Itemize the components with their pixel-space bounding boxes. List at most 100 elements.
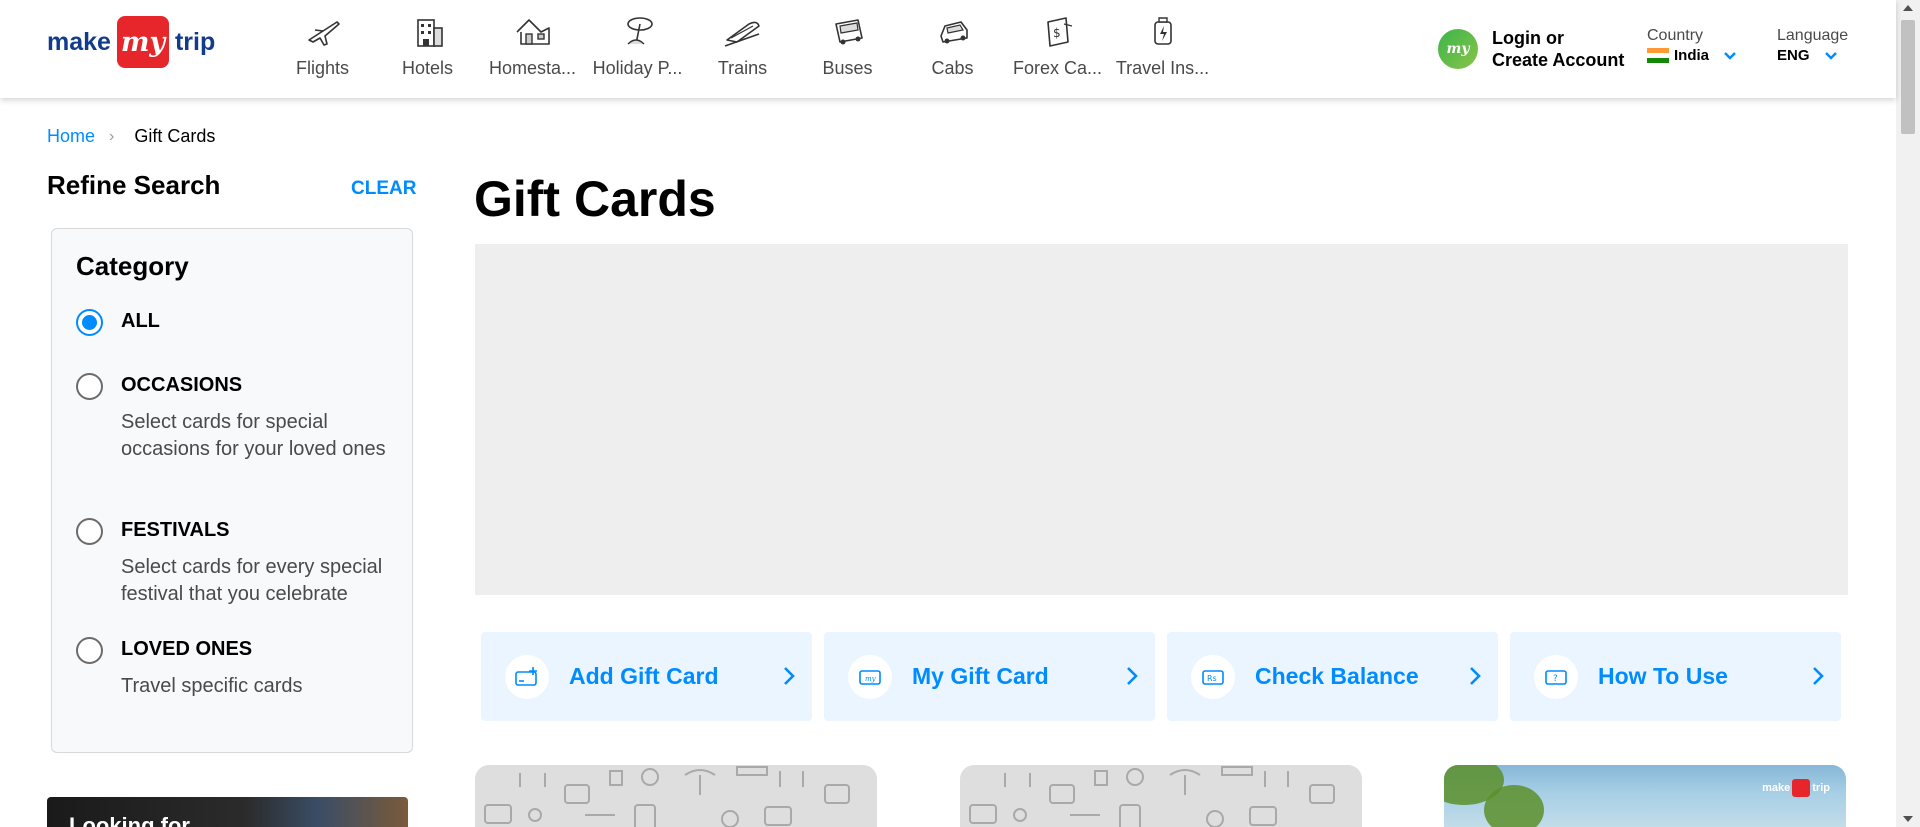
how-to-use-button[interactable]: ? How To Use [1510, 632, 1841, 721]
breadcrumb-home-link[interactable]: Home [47, 126, 95, 147]
radio-button[interactable] [76, 373, 103, 400]
forex-icon: $ [1046, 17, 1072, 47]
nav-trains[interactable]: Trains [690, 0, 795, 98]
hero-banner-placeholder [475, 244, 1848, 595]
login-text: Login or Create Account [1492, 27, 1624, 71]
holiday-icon [626, 17, 653, 45]
logo-text-trip: trip [174, 27, 216, 56]
check-balance-button[interactable]: Rs Check Balance [1167, 632, 1498, 721]
card-brand-badge [1792, 779, 1811, 797]
language-value-row: ENG [1777, 47, 1848, 64]
chevron-down-icon [1824, 51, 1837, 60]
action-label: How To Use [1598, 663, 1728, 689]
nav-homestays[interactable]: Homesta... [480, 0, 585, 98]
nav-buses[interactable]: Buses [795, 0, 900, 98]
travel-pattern-image [484, 766, 850, 827]
chevron-right-icon [1813, 667, 1824, 685]
india-flag-icon [1647, 47, 1669, 64]
bus-icon [834, 19, 863, 45]
my-gift-card-button[interactable]: my My Gift Card [824, 632, 1155, 721]
nav-forex-card[interactable]: $ Forex Ca... [1005, 0, 1110, 98]
nav-label: Travel Ins... [1115, 58, 1210, 78]
action-label: Add Gift Card [569, 663, 719, 689]
top-header: make my trip Flights Hotels Homesta... H… [0, 0, 1896, 98]
card-brand-make: make [1762, 782, 1791, 794]
breadcrumb-current: Gift Cards [134, 126, 216, 146]
nav-holiday-packages[interactable]: Holiday P... [585, 0, 690, 98]
gift-card-tile[interactable] [960, 765, 1362, 827]
svg-text:?: ? [1553, 674, 1558, 684]
makemytrip-logo[interactable]: make my trip [47, 16, 215, 68]
my-card-icon: my [848, 654, 892, 699]
country-value-row: India [1647, 47, 1737, 64]
login-line2: Create Account [1492, 50, 1625, 70]
nav-label: Hotels [401, 58, 454, 78]
nav-label: Buses [822, 58, 873, 78]
chevron-right-icon [1470, 667, 1481, 685]
country-caption: Country [1647, 27, 1704, 44]
language-selector[interactable]: Language ENG [1777, 27, 1848, 64]
foliage-shape [1484, 785, 1544, 827]
add-gift-card-button[interactable]: Add Gift Card [481, 632, 812, 721]
promo-banner[interactable]: Looking for [47, 797, 408, 827]
svg-text:$: $ [1053, 26, 1061, 40]
nav-label: Forex Ca... [1012, 58, 1103, 78]
scroll-down-arrow-icon[interactable] [1903, 816, 1913, 822]
nav-cabs[interactable]: Cabs [900, 0, 1005, 98]
category-filter-panel: Category ALL OCCASIONS Select cards for … [51, 228, 413, 753]
gift-card-tile-beach[interactable]: make trip [1444, 765, 1846, 827]
hotel-icon [416, 19, 443, 47]
add-card-icon [505, 654, 549, 699]
nav-travel-insurance[interactable]: Travel Ins... [1110, 0, 1215, 98]
scrollbar-thumb[interactable] [1901, 20, 1915, 134]
action-label: My Gift Card [912, 663, 1049, 689]
homestay-icon [515, 19, 550, 45]
train-icon [724, 21, 760, 47]
option-description: Travel specific cards [121, 675, 303, 697]
option-description: Select cards for special occasions for y… [121, 411, 386, 460]
nav-hotels[interactable]: Hotels [375, 0, 480, 98]
nav-label: Homesta... [488, 58, 577, 78]
help-icon: ? [1534, 654, 1578, 699]
insurance-icon [1153, 17, 1172, 45]
flight-icon [307, 21, 340, 46]
country-selector[interactable]: Country India [1647, 27, 1737, 64]
country-value: India [1674, 47, 1710, 64]
login-button[interactable]: my Login or Create Account [1438, 27, 1624, 71]
gift-card-tile[interactable] [475, 765, 877, 827]
nav-label: Flights [295, 58, 349, 78]
clear-filters-button[interactable]: CLEAR [351, 178, 416, 200]
chevron-right-icon: › [109, 127, 115, 145]
nav-label: Trains [717, 58, 768, 78]
balance-icon: Rs [1191, 654, 1235, 699]
nav-label: Holiday P... [592, 58, 683, 78]
chevron-down-icon [1724, 51, 1736, 60]
nav-flights[interactable]: Flights [270, 0, 375, 98]
option-label: LOVED ONES [121, 638, 253, 660]
svg-text:Rs: Rs [1207, 674, 1217, 683]
refine-search-title: Refine Search [47, 170, 221, 200]
promo-text: Looking for [69, 813, 190, 827]
option-label: ALL [121, 310, 160, 332]
page-title: Gift Cards [474, 171, 716, 227]
radio-button[interactable] [76, 637, 103, 664]
main-nav: Flights Hotels Homesta... Holiday P... T… [270, 0, 1215, 98]
language-caption: Language [1777, 27, 1849, 44]
radio-button[interactable] [76, 518, 103, 545]
breadcrumb: Home › Gift Cards [47, 126, 215, 147]
chevron-right-icon [1127, 667, 1138, 685]
option-label: FESTIVALS [121, 519, 230, 541]
scroll-up-arrow-icon[interactable] [1903, 5, 1913, 11]
action-label: Check Balance [1255, 663, 1419, 689]
radio-button-selected[interactable] [76, 309, 103, 336]
nav-label: Cabs [931, 58, 974, 78]
gift-card-actions: Add Gift Card my My Gift Card Rs Check B… [481, 632, 1853, 721]
page-scrollbar[interactable] [1896, 0, 1920, 827]
option-label: OCCASIONS [121, 374, 243, 396]
logo-badge: my [116, 16, 169, 68]
card-brand-logo: make trip [1762, 779, 1830, 797]
category-title: Category [76, 251, 189, 281]
card-brand-trip: trip [1812, 782, 1830, 794]
logo-text-make: make [47, 27, 111, 56]
svg-text:my: my [865, 675, 877, 683]
